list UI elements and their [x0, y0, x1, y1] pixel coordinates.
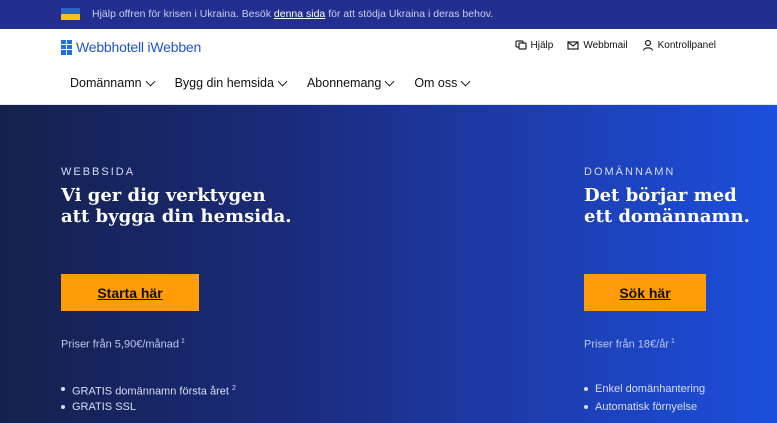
- chevron-down-icon: [460, 76, 471, 86]
- feature-text: Automatisk förnyelse: [595, 401, 698, 413]
- website-price-footnote: 1: [181, 338, 185, 345]
- website-headline-line1: Vi ger dig verktygen: [61, 185, 266, 206]
- help-label: Hjälp: [530, 39, 554, 51]
- domain-headline: Det börjar med ett domännamn.: [584, 185, 750, 227]
- nav-item-abonnemang[interactable]: Abonnemang: [306, 76, 395, 90]
- logo-mark-icon: [61, 39, 72, 55]
- feature-footnote: 2: [231, 385, 236, 392]
- top-banner: Hjälp offren för krisen i Ukraina. Besök…: [0, 0, 777, 29]
- nav-item-label: Om oss: [414, 76, 458, 90]
- chevron-down-icon: [277, 76, 288, 86]
- ukraine-flag-icon: [61, 8, 80, 20]
- website-feature-list: GRATIS domännamn första året 2 GRATIS SS…: [61, 382, 236, 418]
- webmail-label: Webbmail: [583, 39, 628, 51]
- start-here-button[interactable]: Starta här: [61, 274, 199, 311]
- list-item: Automatisk förnyelse: [584, 400, 705, 418]
- banner-text-before: Hjälp offren för krisen i Ukraina. Besök: [92, 8, 274, 20]
- feature-text: GRATIS domännamn första året: [72, 385, 229, 398]
- nav-item-bygg-din-hemsida[interactable]: Bygg din hemsida: [174, 76, 288, 90]
- nav-item-label: Bygg din hemsida: [174, 76, 274, 90]
- help-link[interactable]: Hjälp: [514, 39, 554, 51]
- chevron-down-icon: [145, 76, 156, 86]
- website-price: Priser från 5,90€/månad 1: [61, 338, 185, 351]
- feature-text: GRATIS SSL: [72, 401, 136, 413]
- banner-text: Hjälp offren för krisen i Ukraina. Besök…: [92, 8, 493, 20]
- logo[interactable]: Webbhotell iWebben: [61, 39, 201, 55]
- logo-text: Webbhotell iWebben: [76, 39, 202, 55]
- site-header: Webbhotell iWebben Hjälp Webbmail Kontro…: [0, 29, 777, 105]
- mail-icon: [567, 41, 579, 50]
- domain-feature-list: Enkel domänhantering Automatisk förnyels…: [584, 382, 705, 418]
- nav-item-label: Domännamn: [70, 76, 142, 90]
- domain-headline-line2: ett domännamn.: [584, 206, 750, 227]
- help-icon: [514, 40, 527, 50]
- list-item: GRATIS domännamn första året 2: [61, 382, 236, 400]
- banner-link[interactable]: denna sida: [274, 8, 325, 20]
- website-price-text: Priser från 5,90€/månad: [61, 338, 180, 351]
- control-panel-label: Kontrollpanel: [657, 39, 716, 51]
- control-panel-link[interactable]: Kontrollpanel: [642, 39, 716, 51]
- webmail-link[interactable]: Webbmail: [567, 39, 628, 51]
- domain-price-footnote: 1: [670, 338, 675, 345]
- user-icon: [642, 39, 653, 51]
- banner-text-after: för att stödja Ukraina i deras behov.: [325, 8, 494, 20]
- domain-price-text: Priser från 18€/år: [584, 338, 669, 351]
- hero-section: WEBBSIDA Vi ger dig verktygen att bygga …: [0, 105, 777, 423]
- chevron-down-icon: [384, 76, 395, 86]
- feature-text: Enkel domänhantering: [595, 383, 706, 395]
- nav-item-domannamn[interactable]: Domännamn: [70, 76, 156, 90]
- nav-item-om-oss[interactable]: Om oss: [414, 76, 471, 90]
- domain-price: Priser från 18€/år 1: [584, 338, 675, 351]
- domain-eyebrow: DOMÄNNAMN: [584, 166, 676, 178]
- website-headline-line2: att bygga din hemsida.: [61, 206, 292, 227]
- website-headline: Vi ger dig verktygen att bygga din hemsi…: [61, 185, 292, 227]
- main-nav: Domännamn Bygg din hemsida Abonnemang Om…: [70, 76, 471, 90]
- list-item: GRATIS SSL: [61, 400, 236, 418]
- search-here-button[interactable]: Sök här: [584, 274, 706, 311]
- nav-item-label: Abonnemang: [306, 76, 382, 90]
- domain-headline-line1: Det börjar med: [584, 185, 737, 206]
- utility-links: Hjälp Webbmail Kontrollpanel: [514, 39, 716, 51]
- list-item: Enkel domänhantering: [584, 382, 705, 400]
- website-eyebrow: WEBBSIDA: [61, 166, 136, 178]
